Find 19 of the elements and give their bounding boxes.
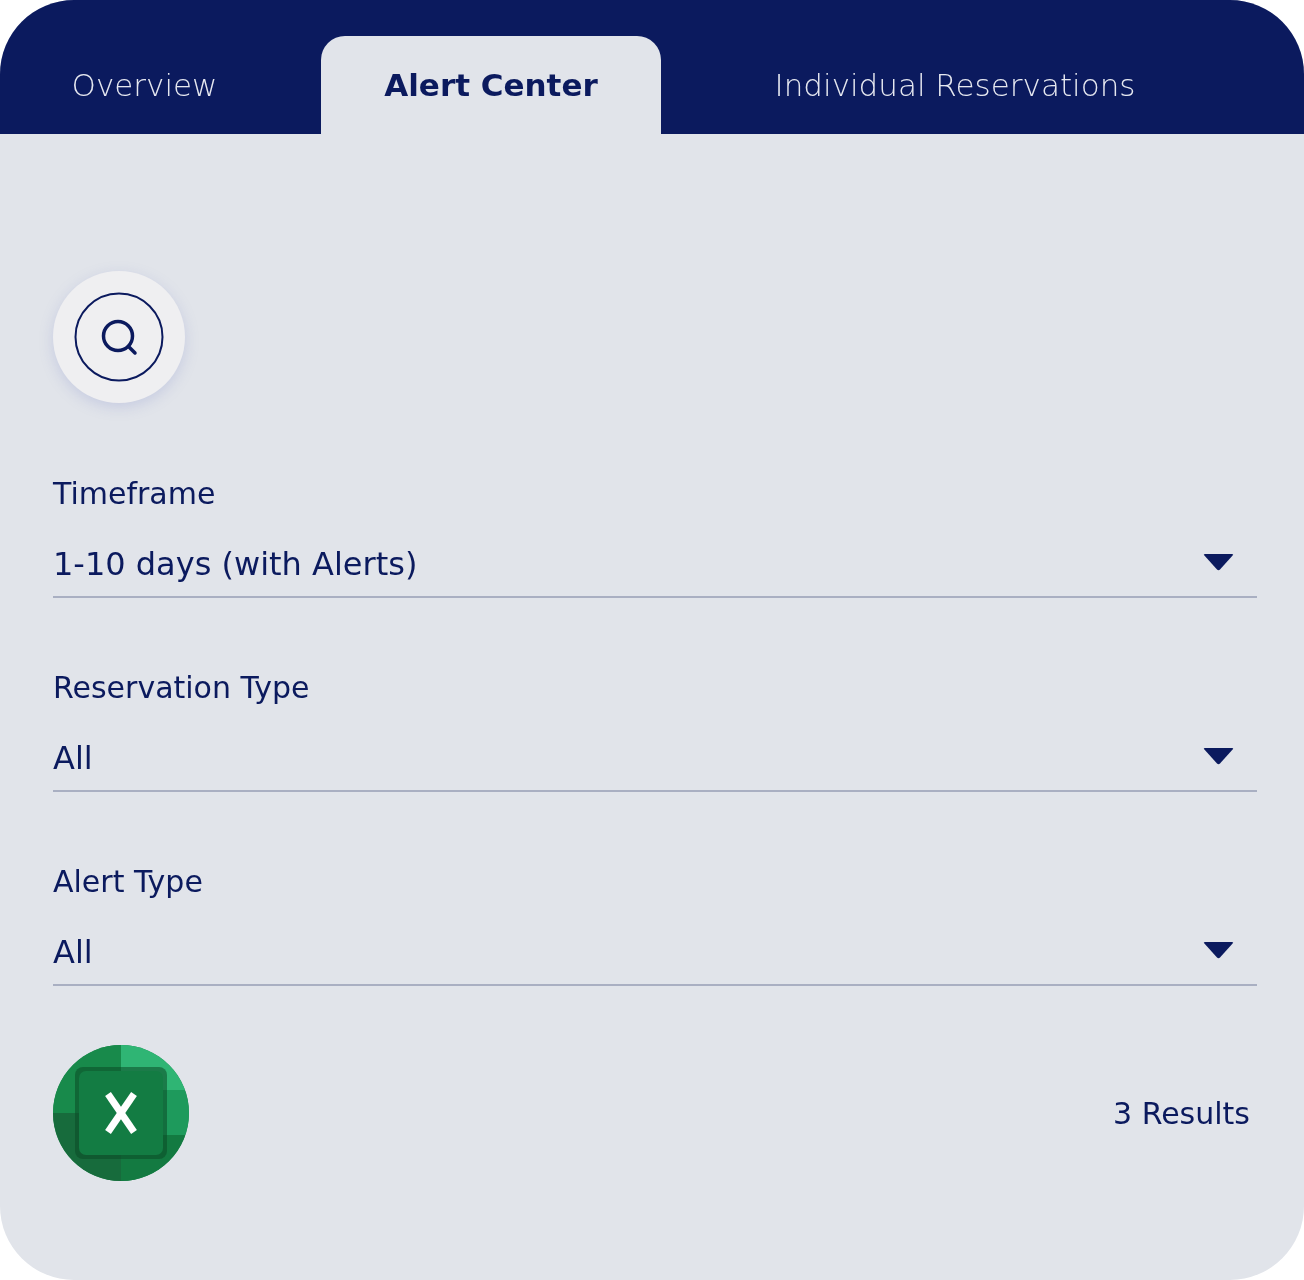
search-icon xyxy=(74,292,164,382)
caret-down-icon xyxy=(1203,747,1234,765)
dropdown-field[interactable]: All xyxy=(53,736,1257,792)
dropdown-field[interactable]: All xyxy=(53,930,1257,986)
tab[interactable]: Individual Reservations xyxy=(661,36,1249,134)
dropdown-value: All xyxy=(53,738,93,779)
spreadsheet-icon xyxy=(53,1045,189,1181)
dropdown-value: All xyxy=(53,932,93,973)
tab[interactable]: Alert Center xyxy=(321,36,661,134)
tab[interactable]: Overview xyxy=(0,36,289,134)
caret-down-icon xyxy=(1203,941,1234,959)
dropdown-field[interactable]: 1-10 days (with Alerts) xyxy=(53,542,1257,598)
field-label: Reservation Type xyxy=(53,669,310,707)
caret-down-icon xyxy=(1203,553,1234,571)
results-count: 3 Results xyxy=(1113,1094,1250,1133)
export-button[interactable] xyxy=(53,1045,189,1181)
field-label: Timeframe xyxy=(53,475,216,513)
dropdown-value: 1-10 days (with Alerts) xyxy=(53,544,418,585)
field-label: Alert Type xyxy=(53,863,203,901)
